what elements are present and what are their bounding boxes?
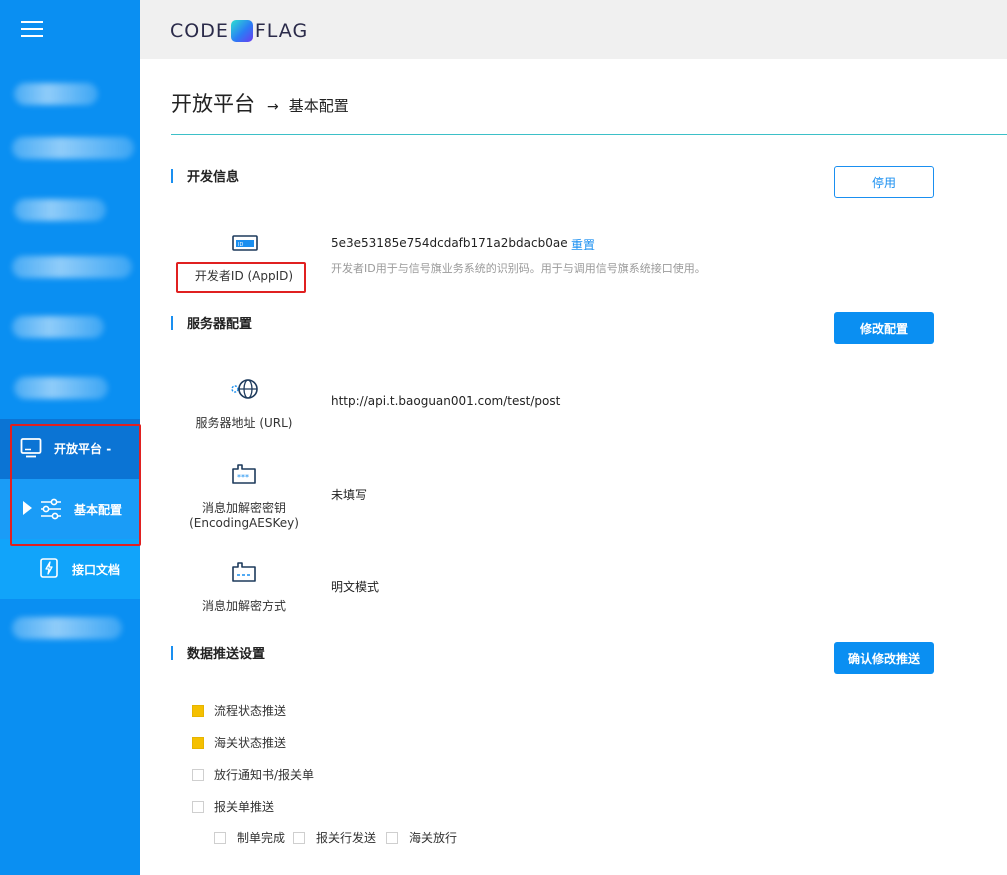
sidebar-item-blurred[interactable] bbox=[14, 377, 108, 399]
caret-right-icon bbox=[23, 501, 32, 515]
sidebar: 开放平台 - 基本配置 接口文档 bbox=[0, 0, 141, 875]
appid-hint: 开发者ID用于与信号旗业务系统的识别码。用于与调用信号旗系统接口使用。 bbox=[331, 262, 706, 275]
id-card-icon: ID bbox=[232, 235, 258, 251]
sidebar-item-blurred[interactable] bbox=[12, 137, 134, 159]
section-title: 开发信息 bbox=[187, 170, 240, 185]
sidebar-item-label: 开放平台 - bbox=[54, 442, 112, 456]
sidebar-item-blurred[interactable] bbox=[14, 199, 106, 221]
svg-text:ID: ID bbox=[238, 242, 243, 248]
top-header: CODE FLAG bbox=[140, 0, 1007, 59]
appid-value: 5e3e53185e754dcdafb171a2bdacb0ae bbox=[331, 236, 568, 250]
checkbox[interactable] bbox=[293, 831, 305, 844]
flag-logo-icon bbox=[230, 20, 253, 42]
sidebar-item-label: 基本配置 bbox=[74, 503, 123, 517]
appid-label: 开发者ID (AppID) bbox=[194, 269, 294, 283]
reset-appid-link[interactable]: 重置 bbox=[571, 236, 595, 253]
breadcrumb-current: 基本配置 bbox=[288, 97, 349, 115]
checkbox[interactable] bbox=[214, 831, 226, 844]
push-option-process-status[interactable]: 流程状态推送 bbox=[192, 702, 286, 719]
encrypt-mode-label: 消息加解密方式 bbox=[201, 599, 286, 613]
section-push-settings-header: 数据推送设置 bbox=[171, 643, 265, 662]
sidebar-item-blurred[interactable] bbox=[12, 316, 104, 338]
breadcrumb-root[interactable]: 开放平台 bbox=[171, 88, 255, 118]
aeskey-value: 未填写 bbox=[331, 488, 368, 502]
modify-config-button[interactable]: 修改配置 bbox=[834, 312, 934, 344]
monitor-icon bbox=[20, 438, 42, 458]
server-url-value: http://api.t.baoguan001.com/test/post bbox=[331, 394, 561, 408]
section-dev-info-header: 开发信息 bbox=[171, 166, 239, 185]
sidebar-item-blurred[interactable] bbox=[12, 617, 122, 639]
sliders-icon bbox=[41, 498, 61, 520]
checkbox[interactable] bbox=[192, 768, 204, 781]
sub-option-doc-complete[interactable]: 制单完成 bbox=[214, 829, 285, 846]
breadcrumb-separator: → bbox=[267, 99, 279, 115]
confirm-push-button[interactable]: 确认修改推送 bbox=[834, 642, 934, 674]
hamburger-menu-icon[interactable] bbox=[21, 19, 43, 37]
sidebar-item-open-platform[interactable]: 开放平台 - bbox=[0, 419, 140, 479]
aeskey-label: 消息加解密密钥 (EncodingAESKey) bbox=[189, 501, 299, 530]
app-root: 开放平台 - 基本配置 接口文档 CODE FLAG 开放平台 → 基本配置 开… bbox=[0, 0, 1007, 875]
page-title: 开放平台 → 基本配置 bbox=[171, 88, 349, 118]
server-url-label: 服务器地址 (URL) bbox=[195, 416, 293, 430]
checkbox[interactable] bbox=[386, 831, 398, 844]
section-title: 数据推送设置 bbox=[187, 647, 266, 662]
push-option-declaration[interactable]: 报关单推送 bbox=[192, 798, 274, 815]
title-divider bbox=[171, 134, 1007, 135]
sidebar-item-api-docs[interactable]: 接口文档 bbox=[0, 539, 140, 599]
sidebar-item-blurred[interactable] bbox=[14, 83, 98, 105]
encrypt-mode-value: 明文模式 bbox=[331, 580, 380, 594]
checkbox[interactable] bbox=[192, 736, 204, 749]
api-document-icon bbox=[40, 558, 58, 578]
push-option-release-notice[interactable]: 放行通知书/报关单 bbox=[192, 766, 314, 783]
push-option-customs-status[interactable]: 海关状态推送 bbox=[192, 734, 286, 751]
sub-option-customs-release[interactable]: 海关放行 bbox=[386, 829, 457, 846]
checkbox[interactable] bbox=[192, 800, 204, 813]
globe-settings-icon bbox=[231, 379, 258, 399]
sidebar-item-basic-config[interactable]: 基本配置 bbox=[0, 479, 140, 539]
section-server-config-header: 服务器配置 bbox=[171, 313, 252, 332]
key-card-icon: *** bbox=[232, 464, 256, 484]
sidebar-item-label: 接口文档 bbox=[72, 563, 121, 577]
sidebar-item-blurred[interactable] bbox=[12, 256, 132, 278]
checkbox[interactable] bbox=[192, 704, 204, 717]
section-title: 服务器配置 bbox=[187, 317, 253, 332]
disable-button[interactable]: 停用 bbox=[834, 166, 934, 198]
sub-option-broker-send[interactable]: 报关行发送 bbox=[293, 829, 376, 846]
svg-text:***: *** bbox=[237, 473, 249, 482]
encrypt-mode-icon bbox=[232, 562, 256, 582]
brand-logo[interactable]: CODE FLAG bbox=[170, 18, 308, 44]
